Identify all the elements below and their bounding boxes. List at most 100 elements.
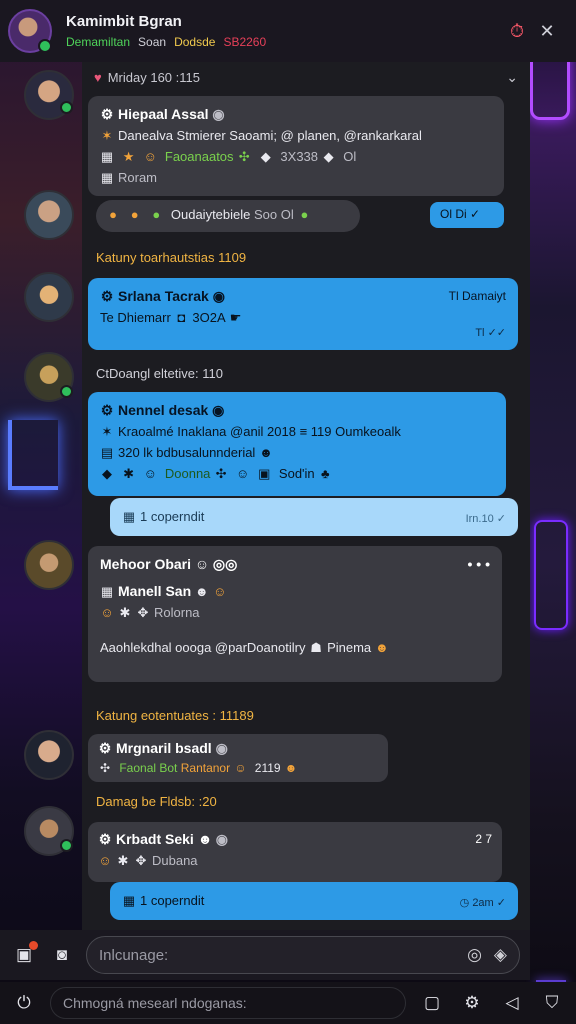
robot-icon: ◘	[177, 310, 186, 325]
message-bubble[interactable]: Mehoor Obari ☺ ◎◎ • • • ▦ Manell San ☻ ☺ ☺ ✱ ✥…	[88, 546, 502, 682]
message-bubble[interactable]: ⚙ Hiepaal Assal ◉ ✶ Danealva Stmierer Saoa…	[88, 96, 504, 196]
online-indicator	[60, 385, 73, 398]
message-text: ✶ Danealva Stmierer Saoami; @ planen, @ra…	[100, 125, 492, 146]
clock-icon: ◷	[459, 897, 470, 909]
sender-name[interactable]: ⚙ Hiepaal Assal ◉	[100, 104, 492, 125]
sender-name[interactable]: ⚙ Srlana Tacrak ◉ Tl Damaiyt	[100, 286, 506, 307]
smile-icon: ☺	[143, 466, 157, 481]
message-bubble[interactable]: ⚙ Nennel desak ◉ ✶ Kraoalmé Inaklana @anil…	[88, 392, 506, 496]
secondary-input[interactable]: Chmogná mesearl ndoganas:	[50, 987, 406, 1019]
gift-icon[interactable]: ▣	[10, 941, 38, 969]
send-icon[interactable]: ◁	[498, 989, 526, 1017]
sender-name[interactable]: Mehoor Obari ☺ ◎◎ • • •	[100, 554, 490, 575]
alarm-icon[interactable]: ⏱	[502, 16, 532, 46]
tag-label: Rantanor	[180, 761, 231, 775]
gem-icon: ◆	[323, 149, 334, 164]
attachment-icon[interactable]: ▢	[418, 989, 446, 1017]
chat-subtitle: Demamiltan Soan Dodsde SB2260	[66, 35, 502, 49]
sender-name[interactable]: ⚙ Mrgnaril bsadl ◉	[98, 738, 378, 758]
reaction-icon[interactable]: ●	[149, 204, 163, 225]
members-label: Demamiltan	[66, 35, 131, 49]
shield-icon[interactable]: ⛉	[538, 989, 566, 1017]
count-label: 3X338	[280, 149, 319, 164]
power-icon[interactable]: ⏻	[10, 989, 38, 1017]
dark-icon: ☻	[194, 584, 209, 599]
group-avatar[interactable]	[8, 9, 52, 53]
camera-icon[interactable]: ◙	[48, 941, 76, 969]
sparkle-icon: ✶	[101, 128, 113, 143]
read-check-icon: ✓	[496, 897, 506, 909]
reaction-bubble[interactable]: ● ● ● Oudaiytebiele Soo Ol ●	[96, 200, 360, 232]
message-text: ✶ Kraoalmé Inaklana @anil 2018 ≡ 119 Oumk…	[100, 421, 494, 442]
reaction-icon[interactable]: ●	[128, 204, 142, 225]
avatar[interactable]	[24, 730, 74, 780]
notification-badge	[29, 941, 38, 950]
message-bubble[interactable]: ⚙ Mrgnaril bsadl ◉ ✣ Faonal Bot Rantanor …	[88, 734, 388, 782]
sender-name[interactable]: ⚙ Nennel desak ◉	[100, 400, 494, 421]
message-text: ▦ Roram	[100, 167, 492, 188]
avatar[interactable]	[24, 540, 74, 590]
badge-label: Dodsde	[174, 35, 216, 49]
message-bubble[interactable]: ▦ 1 coperndit Irn.10 ✓	[110, 498, 518, 536]
grid-icon: ▦	[100, 170, 114, 185]
box-icon: ▣	[258, 466, 271, 481]
face-icon: ☻	[259, 445, 273, 460]
avatar[interactable]	[24, 190, 74, 240]
tools-icon: ✥	[135, 853, 147, 868]
count-label: SB2260	[223, 35, 267, 49]
reply-bubble[interactable]: Ol Di ✓	[430, 202, 504, 228]
message-text: ☺ ✱ ✥ Dubana	[98, 850, 492, 872]
date-divider: CtDoangl eltetive: 110	[96, 366, 223, 381]
chat-title[interactable]: Kamimbit Bgran	[66, 13, 502, 30]
avatar[interactable]	[24, 352, 74, 402]
reaction-icon[interactable]: ●	[106, 204, 120, 225]
smile-icon: ☺	[143, 149, 157, 164]
cat-icon: ☻	[374, 640, 389, 655]
background-right-art	[526, 0, 576, 1024]
message-bubble[interactable]: ⚙ Krbadt Seki ☻ ◉ 2 7 ☺ ✱ ✥ Dubana	[88, 822, 502, 882]
neon-decor	[534, 520, 568, 630]
clover-icon: ✣	[99, 761, 111, 775]
user-icon: ⚙	[100, 288, 114, 304]
bottom-toolbar: ⏻ Chmogná mesearl ndoganas: ▢ ⚙ ◁ ⛉	[0, 982, 576, 1024]
avatar[interactable]	[24, 806, 74, 856]
settings-icon[interactable]: ⚙	[458, 989, 486, 1017]
avatar-icon: ☺	[194, 556, 210, 572]
message-text: ☺ ✱ ✥ Rolorna	[100, 602, 490, 623]
reaction-icon[interactable]: ●	[297, 204, 311, 225]
sender-name[interactable]: ⚙ Krbadt Seki ☻ ◉ 2 7	[98, 828, 492, 850]
gem-icon: ◆	[102, 466, 112, 481]
message-text: 1 coperndit	[140, 509, 205, 524]
online-indicator	[60, 101, 73, 114]
mask-icon: ☗	[310, 640, 322, 655]
verified-icon: ◉	[212, 288, 225, 304]
message-input[interactable]: Inlcunage: ◎ ◈	[86, 936, 520, 974]
pinned-bar[interactable]: ♥ Mriday 160 :115 ⌄	[82, 62, 530, 92]
message-bubble[interactable]: ⚙ Srlana Tacrak ◉ Tl Damaiyt Te Dhiemarr ◘…	[88, 278, 518, 350]
sticker-icon[interactable]: ◈	[494, 945, 507, 965]
tag-label: Faoanaatos	[164, 149, 234, 164]
avatar[interactable]	[24, 70, 74, 120]
message-time: ◷ 2am ✓	[459, 897, 506, 909]
star-icon: ✱	[117, 853, 129, 868]
more-icon[interactable]: • • •	[468, 554, 490, 575]
status-label: Soan	[138, 35, 167, 49]
star-icon: ✱	[123, 466, 135, 481]
smile-icon: ☺	[236, 466, 250, 481]
emoji-icon[interactable]: ◎	[467, 945, 482, 965]
chevron-down-icon[interactable]: ⌄	[506, 69, 518, 86]
close-icon[interactable]: ✕	[532, 16, 562, 46]
message-time: Irn.10 ✓	[465, 513, 506, 525]
message-time: Tl Damaiyt	[448, 289, 506, 303]
cat-icon: ☻	[284, 761, 298, 775]
star-icon: ✱	[119, 605, 131, 620]
message-time: 2 7	[475, 832, 492, 846]
verified-icon: ◉	[212, 402, 225, 418]
verified-icon: ◉	[212, 106, 225, 122]
message-bubble[interactable]: ▦ 1 coperndit ◷ 2am ✓	[110, 882, 518, 920]
eyes-icon: ◎◎	[212, 556, 238, 572]
message-text: 1 coperndit	[140, 893, 205, 908]
avatar[interactable]	[24, 272, 74, 322]
grid-icon: ▦	[100, 584, 114, 599]
pinned-label: Mriday 160 :115	[107, 69, 200, 85]
